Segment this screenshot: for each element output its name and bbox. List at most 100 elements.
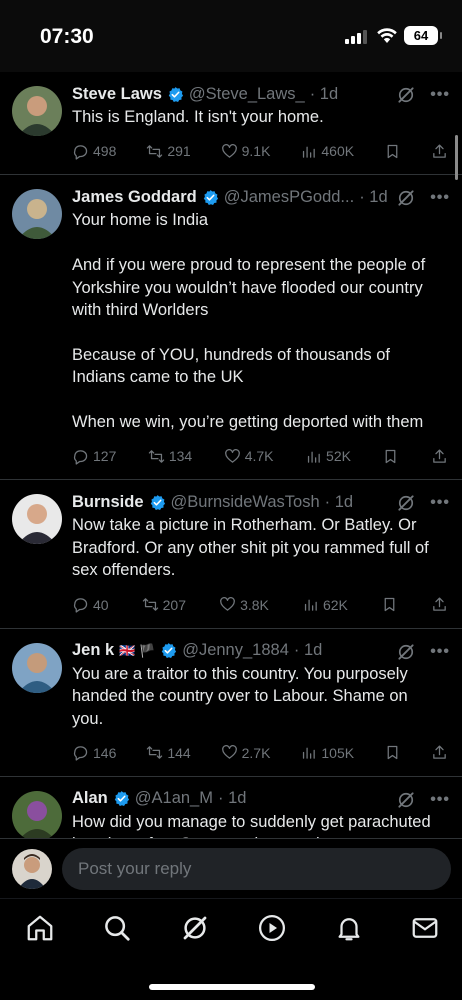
grok-icon[interactable] <box>396 790 416 810</box>
user-handle[interactable]: @A1an_M <box>135 789 213 808</box>
reply-count: 146 <box>93 744 117 761</box>
bookmark-icon <box>384 598 395 612</box>
tweet-reply[interactable]: Alan @A1an_M · 1d ••• How did you manage… <box>0 777 462 838</box>
user-handle[interactable]: @Jenny_1884 <box>182 641 289 660</box>
bookmark-icon <box>386 449 396 464</box>
tweet-reply[interactable]: Jen k 🇬🇧 🏴 @Jenny_1884 · 1d ••• You are … <box>0 629 462 777</box>
more-options-icon[interactable]: ••• <box>430 494 450 512</box>
more-options-icon[interactable]: ••• <box>430 643 450 661</box>
notifications-icon[interactable] <box>334 913 364 943</box>
display-name[interactable]: Burnside <box>72 493 144 512</box>
like-count: 3.8K <box>240 596 269 613</box>
tweet-text: How did you manage to suddenly get parac… <box>72 812 431 838</box>
reply-icon <box>73 145 88 160</box>
user-handle[interactable]: @BurnsideWasTosh <box>171 493 320 512</box>
share-button[interactable] <box>431 596 448 613</box>
messages-icon[interactable] <box>410 913 440 943</box>
bookmark-icon <box>387 746 398 760</box>
more-options-icon[interactable]: ••• <box>430 791 450 809</box>
repost-count: 291 <box>167 143 191 160</box>
repost-button[interactable]: 144 <box>146 744 191 761</box>
user-handle[interactable]: @JamesPGodd... <box>224 188 354 207</box>
grok-icon[interactable] <box>396 493 416 513</box>
home-icon[interactable] <box>25 913 55 943</box>
scrollbar[interactable] <box>455 135 458 180</box>
display-name[interactable]: Jen k <box>72 641 114 660</box>
display-name[interactable]: Steve Laws <box>72 85 162 104</box>
repost-button[interactable]: 207 <box>142 596 186 613</box>
verified-badge-icon <box>150 495 165 510</box>
display-name[interactable]: James Goddard <box>72 188 197 207</box>
user-handle[interactable]: @Steve_Laws_ <box>189 85 305 104</box>
tweet-reply[interactable]: James Goddard @JamesPGodd... · 1d ••• Yo… <box>0 175 462 481</box>
views-button[interactable]: 52K <box>305 448 351 465</box>
views-chart-icon <box>307 451 320 463</box>
grok-icon[interactable] <box>396 85 416 105</box>
reply-icon <box>73 598 88 613</box>
views-chart-icon <box>303 748 316 760</box>
views-button[interactable]: 105K <box>300 744 354 761</box>
bookmark-button[interactable] <box>384 143 401 160</box>
share-icon <box>433 745 446 760</box>
grok-icon[interactable] <box>180 913 210 943</box>
bookmark-button[interactable] <box>384 744 401 761</box>
share-button[interactable] <box>431 448 448 465</box>
avatar[interactable] <box>12 494 62 545</box>
tweet-text: You are a traitor to this country. You p… <box>72 664 408 728</box>
grok-icon[interactable] <box>396 642 416 662</box>
tweet-reply[interactable]: Burnside @BurnsideWasTosh · 1d ••• Now t… <box>0 480 462 629</box>
tweet-reply[interactable]: Steve Laws @Steve_Laws_ · 1d ••• This is… <box>0 72 462 176</box>
repost-icon <box>147 746 163 760</box>
like-count: 9.1K <box>241 143 271 160</box>
avatar[interactable] <box>12 189 62 240</box>
share-icon <box>433 597 446 611</box>
repost-button[interactable]: 291 <box>146 143 191 160</box>
heart-icon <box>224 449 240 463</box>
repost-button[interactable]: 134 <box>148 448 192 465</box>
views-button[interactable]: 62K <box>302 596 348 613</box>
tweet-actions: 498 291 9.1K 460K <box>72 128 448 174</box>
more-options-icon[interactable]: ••• <box>430 189 450 207</box>
wifi-icon <box>377 28 397 43</box>
grok-icon[interactable] <box>396 188 416 208</box>
timestamp[interactable]: · 1d <box>325 493 353 512</box>
like-button[interactable]: 4.7K <box>224 448 274 465</box>
video-icon[interactable] <box>257 913 287 943</box>
timestamp[interactable]: · 1d <box>294 641 322 660</box>
tweet-text: Now take a picture in Rotherham. Or Batl… <box>72 516 429 580</box>
repost-icon <box>147 145 163 158</box>
share-button[interactable] <box>431 143 448 160</box>
share-button[interactable] <box>431 744 448 761</box>
reply-input[interactable]: Post your reply <box>62 848 451 890</box>
bookmark-button[interactable] <box>381 596 398 613</box>
like-button[interactable]: 3.8K <box>219 596 269 613</box>
reply-composer: Post your reply <box>0 838 462 898</box>
replies-feed[interactable]: Steve Laws @Steve_Laws_ · 1d ••• This is… <box>0 72 462 838</box>
avatar[interactable] <box>12 790 62 838</box>
my-avatar[interactable] <box>12 849 52 889</box>
timestamp[interactable]: · 1d <box>359 188 387 207</box>
reply-button[interactable]: 146 <box>72 744 116 761</box>
views-button[interactable]: 460K <box>300 143 354 160</box>
display-name[interactable]: Alan <box>72 789 108 808</box>
heart-icon <box>221 143 237 158</box>
reply-button[interactable]: 40 <box>72 596 109 613</box>
like-button[interactable]: 2.7K <box>221 744 270 761</box>
avatar[interactable] <box>12 86 62 136</box>
repost-count: 207 <box>162 596 186 613</box>
like-button[interactable]: 9.1K <box>221 143 271 160</box>
search-icon[interactable] <box>102 913 132 943</box>
timestamp[interactable]: · 1d <box>218 789 246 808</box>
reply-count: 498 <box>93 143 117 160</box>
more-options-icon[interactable]: ••• <box>430 86 450 104</box>
bookmark-button[interactable] <box>382 448 399 465</box>
home-indicator[interactable] <box>149 984 315 990</box>
view-count: 105K <box>321 744 355 761</box>
verified-badge-icon <box>168 86 183 102</box>
heart-icon <box>221 745 237 760</box>
reply-button[interactable]: 498 <box>72 143 116 160</box>
timestamp[interactable]: · 1d <box>310 85 338 104</box>
view-count: 62K <box>322 596 348 613</box>
reply-button[interactable]: 127 <box>72 448 116 465</box>
avatar[interactable] <box>12 642 62 693</box>
